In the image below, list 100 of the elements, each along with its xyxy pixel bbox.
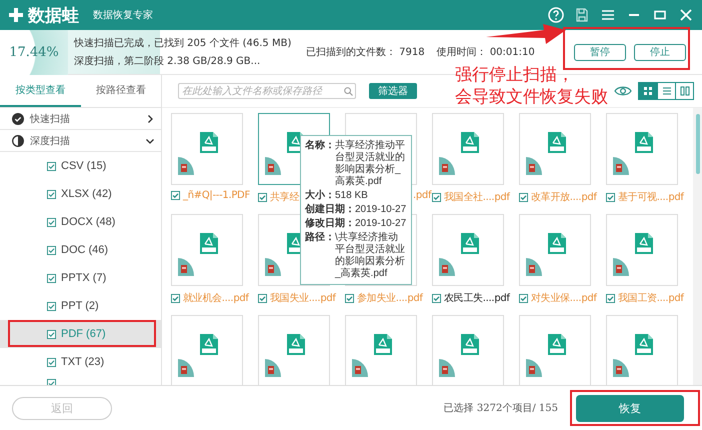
scan-status: 快速扫描已完成，已找到 205 个文件 (46.5 MB): [74, 36, 292, 50]
view-tab[interactable]: 按路径查看: [80, 75, 161, 107]
file-type-item[interactable]: PPTX (7): [0, 264, 161, 292]
file-type-item[interactable]: DOCX (48): [0, 208, 161, 236]
damaged-file-badge-icon: [526, 359, 542, 377]
damaged-file-badge-icon: [526, 258, 542, 276]
file-type-item[interactable]: TXT (23): [0, 348, 161, 376]
app-subtitle: 数据恢复专家: [93, 8, 153, 22]
damaged-file-badge-icon: [526, 157, 542, 175]
annotation-text: 强行停止扫描，: [455, 64, 575, 86]
view-mode-switch[interactable]: [638, 82, 694, 100]
checkbox[interactable]: [606, 192, 615, 202]
damaged-file-badge-icon: [439, 258, 455, 276]
tooltip-label: 名称：: [305, 140, 335, 153]
checkbox[interactable]: [432, 192, 441, 202]
grid-icon: [643, 86, 653, 96]
checkbox[interactable]: [519, 192, 528, 202]
tooltip-value: 2019-10-27: [355, 204, 407, 216]
file-type-item[interactable]: XLSX (42): [0, 180, 161, 208]
eye-icon[interactable]: [614, 85, 632, 97]
checkbox[interactable]: [519, 294, 528, 302]
file-type-item[interactable]: CSV (15): [0, 152, 161, 180]
file-type-item[interactable]: PPT (2): [0, 292, 161, 320]
checkbox[interactable]: [47, 162, 56, 170]
tooltip-value: \共享经济推动平台型灵活就业的影响因素分析_高素英.pdf: [335, 232, 406, 280]
tooltip-label: 修改日期：: [305, 218, 355, 230]
checkbox[interactable]: [171, 191, 180, 200]
tooltip-label: 创建日期：: [305, 204, 355, 216]
file-name: 参加失业....pdf: [357, 292, 423, 305]
pdf-file-icon: [287, 334, 305, 355]
scan-status: 深度扫描，第二阶段 2.38 GB/28.9 GB...: [74, 54, 262, 68]
tooltip-value: 518 KB: [335, 190, 369, 202]
recover-button[interactable]: 恢复: [576, 394, 684, 422]
pdf-file-icon: [635, 132, 653, 153]
pdf-file-icon: [461, 334, 479, 355]
file-name: 就业机会....pdf: [183, 292, 249, 305]
damaged-file-badge-icon: [178, 157, 194, 175]
elapsed-time: 使用时间： 00:01:10: [436, 46, 535, 59]
pause-button[interactable]: 暂停: [574, 44, 626, 60]
checkbox[interactable]: [47, 218, 56, 226]
progress-percent: 17.44%: [0, 30, 68, 74]
list-icon: [662, 86, 672, 96]
file-name: _ñ#Q|---1.PDF: [183, 190, 250, 201]
save-icon[interactable]: [574, 7, 590, 23]
checkbox[interactable]: [171, 294, 180, 302]
pdf-file-icon: [461, 233, 479, 254]
damaged-file-badge-icon: [439, 157, 455, 175]
chevron-right-icon[interactable]: [145, 114, 155, 124]
scan-label: 快速扫描: [30, 112, 70, 126]
damaged-file-badge-icon: [265, 258, 281, 276]
view-tab[interactable]: 按类型查看: [0, 75, 80, 107]
damaged-file-badge-icon: [178, 258, 194, 276]
search-field[interactable]: 在此处输入文件名称或保存路径: [178, 83, 356, 99]
selection-status: 已选择 3272个项目/ 155: [444, 402, 558, 415]
checkbox[interactable]: [47, 330, 56, 338]
stop-button[interactable]: 停止: [634, 44, 686, 60]
checkbox[interactable]: [47, 302, 56, 310]
pdf-file-icon: [548, 132, 566, 153]
file-name: 对失业保....pdf: [531, 292, 597, 305]
pdf-file-icon: [461, 132, 479, 153]
tooltip-value: 共享经济推动平台型灵活就业的影响因素分析_高素英.pdf: [335, 140, 406, 188]
scan-row[interactable]: 快速扫描: [0, 108, 161, 130]
pdf-file-icon: [635, 233, 653, 254]
damaged-file-badge-icon: [178, 359, 194, 377]
pdf-file-icon: [635, 334, 653, 355]
pdf-file-icon: [200, 132, 218, 153]
app-name: 数据蛙: [28, 4, 79, 26]
close-icon[interactable]: [678, 7, 694, 23]
checkbox[interactable]: [432, 294, 441, 302]
tooltip-label: 大小：: [305, 190, 335, 202]
file-name: 共享经: [270, 190, 300, 204]
checkbox[interactable]: [47, 190, 56, 198]
scrollbar[interactable]: [693, 108, 702, 385]
damaged-file-badge-icon: [265, 359, 281, 377]
checkbox[interactable]: [47, 246, 56, 254]
help-icon[interactable]: [548, 7, 564, 23]
tooltip-value: 2019-10-27: [355, 218, 407, 230]
file-type-item[interactable]: DOC (46): [0, 236, 161, 264]
file-name: 我国失业....pdf: [270, 292, 336, 305]
checkbox[interactable]: [606, 294, 615, 302]
checkbox[interactable]: [47, 358, 56, 366]
checkbox[interactable]: [258, 192, 267, 202]
checkbox[interactable]: [258, 294, 267, 302]
scan-row[interactable]: 深度扫描: [0, 130, 161, 152]
tooltip-label: 路径：: [305, 232, 335, 245]
search-icon[interactable]: [344, 86, 353, 96]
columns-icon: [680, 86, 690, 96]
damaged-file-badge-icon: [613, 359, 629, 377]
files-scanned-count: 已扫描到的文件数： 7918: [306, 46, 425, 59]
file-name: 改革开放....pdf: [531, 190, 597, 204]
damaged-file-badge-icon: [352, 359, 368, 377]
pdf-file-icon: [374, 334, 392, 355]
pdf-file-icon: [548, 334, 566, 355]
filter-button[interactable]: 筛选器: [369, 83, 417, 99]
damaged-file-badge-icon: [265, 157, 281, 175]
view-mode-button[interactable]: [639, 83, 657, 99]
checkbox[interactable]: [345, 294, 354, 302]
damaged-file-badge-icon: [613, 157, 629, 175]
file-name: 我国全社....pdf: [444, 190, 510, 204]
checkbox[interactable]: [47, 274, 56, 282]
